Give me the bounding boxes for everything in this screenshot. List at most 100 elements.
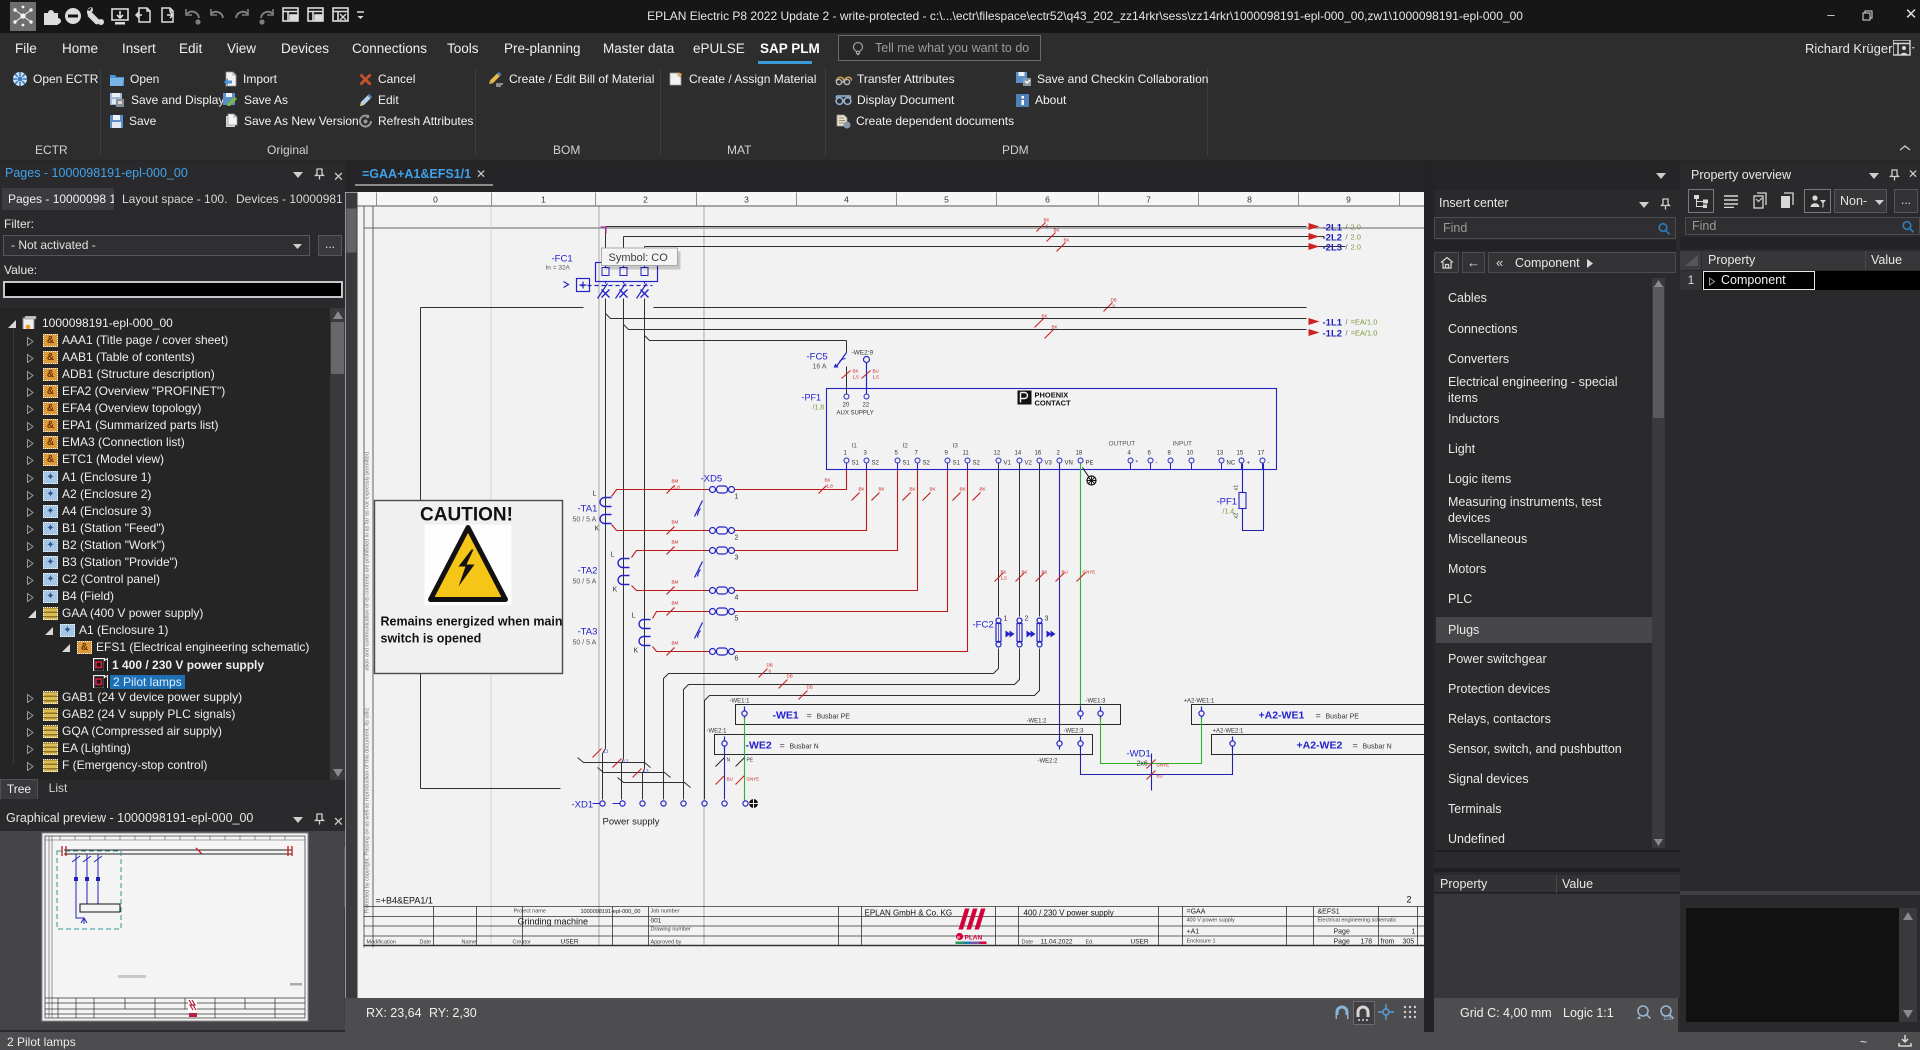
- svg-text:Electrical engineering schemat: Electrical engineering schematic: [1318, 918, 1397, 924]
- svg-text:+A2-WE1:1: +A2-WE1:1: [1184, 699, 1216, 705]
- svg-text:from: from: [1381, 939, 1395, 946]
- svg-text:+: +: [1247, 461, 1251, 467]
- svg-text:18: 18: [1076, 451, 1083, 457]
- svg-text:BU: BU: [1062, 570, 1068, 575]
- svg-text:10: 10: [1187, 451, 1194, 457]
- svg-text:BU: BU: [873, 369, 879, 374]
- svg-text:BM: BM: [672, 520, 679, 525]
- svg-text:S2: S2: [872, 461, 880, 467]
- svg-text:DB: DB: [807, 685, 813, 690]
- svg-text:2: 2: [1025, 616, 1029, 623]
- svg-text:Symbol: CO: Symbol: CO: [609, 252, 669, 264]
- svg-text:=GAA: =GAA: [1187, 909, 1206, 916]
- svg-text:2.0: 2.0: [1351, 233, 1361, 242]
- svg-text:BK: BK: [1042, 314, 1048, 319]
- svg-text:1: 1: [1412, 929, 1416, 936]
- svg-text:1,8: 1,8: [674, 485, 681, 490]
- svg-text:2: 2: [735, 535, 739, 542]
- svg-text:-WE2:1: -WE2:1: [707, 729, 728, 735]
- svg-text:S2: S2: [923, 461, 931, 467]
- svg-text:5: 5: [735, 616, 739, 623]
- svg-text:GNYE: GNYE: [1157, 763, 1170, 768]
- svg-text:VN: VN: [1065, 461, 1073, 467]
- svg-text:Creator: Creator: [513, 940, 532, 946]
- svg-text:Busbar PE: Busbar PE: [1326, 714, 1360, 721]
- svg-text:Protected by copyright. Passin: Protected by copyright. Passing on as we…: [365, 707, 371, 913]
- svg-text:PE: PE: [1086, 461, 1094, 467]
- svg-text:15: 15: [1237, 451, 1244, 457]
- svg-text:=: =: [1316, 711, 1321, 721]
- svg-text:Remains energized when main: Remains energized when main: [381, 615, 563, 629]
- svg-text:-PF1: -PF1: [802, 393, 822, 403]
- svg-text:BK: BK: [1054, 228, 1060, 233]
- svg-text:EPLAN GmbH & Co. KG: EPLAN GmbH & Co. KG: [865, 909, 953, 918]
- svg-text:K: K: [634, 648, 639, 655]
- svg-text:K: K: [613, 587, 618, 594]
- svg-text:NC: NC: [1227, 461, 1236, 467]
- svg-text:-WE2:9: -WE2:9: [852, 350, 874, 357]
- svg-text:BK: BK: [1044, 218, 1050, 223]
- svg-text:400 / 230 V power supply: 400 / 230 V power supply: [1024, 909, 1114, 918]
- svg-text:DB: DB: [1111, 298, 1117, 303]
- svg-text:CAUTION!: CAUTION!: [420, 505, 513, 526]
- svg-text:-FC2: -FC2: [973, 620, 994, 631]
- svg-text:1000098191-epl-000_00: 1000098191-epl-000_00: [581, 909, 641, 915]
- svg-text:BM: BM: [672, 540, 679, 545]
- svg-text:BK: BK: [980, 487, 986, 492]
- svg-text:BK: BK: [1052, 325, 1058, 330]
- svg-text:178: 178: [1361, 939, 1373, 946]
- svg-text:2: 2: [1407, 895, 1412, 905]
- svg-text:BK: BK: [930, 487, 936, 492]
- svg-text:11: 11: [963, 451, 970, 457]
- svg-text:Busbar N: Busbar N: [1363, 744, 1392, 751]
- svg-text:-TA1: -TA1: [578, 504, 598, 515]
- svg-text:L: L: [611, 552, 615, 559]
- svg-text:1,5: 1,5: [873, 375, 880, 380]
- svg-text:x2: x2: [1234, 513, 1240, 519]
- svg-text:Busbar N: Busbar N: [790, 744, 819, 751]
- svg-text:9: 9: [1346, 195, 1351, 205]
- svg-text:N: N: [727, 758, 731, 764]
- svg-text:L1: L1: [604, 749, 610, 754]
- svg-text:-WE2:3: -WE2:3: [1064, 729, 1085, 735]
- svg-text:Drawing number: Drawing number: [651, 927, 692, 933]
- svg-text:e: e: [957, 935, 960, 941]
- svg-text:-WE1:1: -WE1:1: [730, 699, 751, 705]
- svg-text:2x6: 2x6: [1137, 761, 1148, 768]
- svg-text:100: 100: [1663, 1016, 1674, 1022]
- svg-text:BM: BM: [672, 641, 679, 646]
- svg-text:&EFS1: &EFS1: [1318, 909, 1340, 916]
- svg-text:-FC1: -FC1: [552, 254, 573, 265]
- svg-text:I1: I1: [852, 443, 858, 450]
- svg-text:2.0: 2.0: [1351, 223, 1361, 232]
- svg-text:INPUT: INPUT: [1173, 441, 1193, 448]
- svg-text:BU: BU: [1157, 774, 1163, 779]
- svg-text:Power supply: Power supply: [603, 817, 660, 828]
- svg-text:BK: BK: [853, 369, 859, 374]
- svg-text:-WD1: -WD1: [1127, 749, 1151, 760]
- svg-text:/1.4: /1.4: [1223, 509, 1235, 516]
- svg-text:S1: S1: [852, 461, 860, 467]
- svg-text:4: 4: [844, 195, 849, 205]
- svg-text:-XD5: -XD5: [701, 474, 723, 485]
- svg-text:In = 32A: In = 32A: [546, 265, 571, 272]
- svg-text:17: 17: [1258, 451, 1265, 457]
- svg-text:7: 7: [1146, 195, 1151, 205]
- svg-text:Job number: Job number: [651, 909, 680, 915]
- svg-text:+A2-WE2:1: +A2-WE2:1: [1213, 729, 1245, 735]
- svg-text:ation and communication of its: ation and communication of its contents …: [365, 450, 371, 671]
- svg-text:6: 6: [735, 656, 739, 663]
- svg-text:BK: BK: [1042, 570, 1048, 575]
- svg-text:Project name: Project name: [514, 909, 546, 915]
- svg-text:-WE1:3: -WE1:3: [1086, 699, 1107, 705]
- svg-text:1: 1: [1004, 616, 1008, 623]
- svg-text:L2: L2: [624, 759, 630, 764]
- svg-text:3: 3: [735, 555, 739, 562]
- svg-text:Enclosure 1: Enclosure 1: [1187, 939, 1216, 945]
- svg-text:=: =: [780, 741, 785, 751]
- svg-text:305: 305: [1403, 939, 1415, 946]
- svg-text:Grinding machine: Grinding machine: [518, 917, 589, 927]
- svg-text:-: -: [1268, 461, 1270, 467]
- svg-text:S1: S1: [903, 461, 911, 467]
- svg-text:0: 0: [433, 195, 438, 205]
